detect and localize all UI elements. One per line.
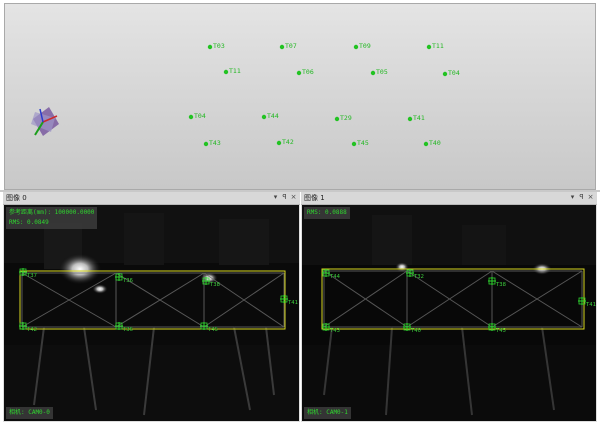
marker-label: T45	[496, 328, 506, 334]
3d-viewport[interactable]: T03 T07 T09 T11 T11 T06 T05 T04 T04 T44 T29 T41 T43 T…	[4, 3, 596, 190]
target-label: T42	[282, 138, 294, 146]
marker-label: T45	[208, 327, 218, 333]
marker-label: T43	[330, 328, 340, 334]
target-dot	[426, 44, 432, 50]
target-point[interactable]: T03	[207, 42, 225, 50]
target-label: T43	[209, 139, 221, 147]
target-label: T04	[194, 112, 206, 120]
target-point[interactable]: T43	[203, 139, 221, 147]
pin-icon[interactable]: ꟼ	[577, 192, 586, 203]
target-point[interactable]: T11	[426, 42, 444, 50]
axis-gizmo-icon[interactable]	[31, 107, 59, 136]
target-point[interactable]: T41	[407, 114, 425, 122]
pane-header: 图像 0 ▾ ꟼ ×	[3, 192, 300, 205]
target-point[interactable]: T29	[334, 114, 352, 122]
marker-label: T32	[414, 274, 424, 280]
marker-label: T41	[288, 300, 298, 306]
marker-label: T42	[27, 327, 37, 333]
target-label: T09	[359, 42, 371, 50]
dropdown-icon[interactable]: ▾	[568, 192, 577, 203]
target-dot	[203, 141, 209, 147]
target-dot	[370, 70, 376, 76]
dropdown-icon[interactable]: ▾	[271, 192, 280, 203]
marker-label: T36	[123, 327, 133, 333]
camera-footer: 相机: CAM0-1	[304, 407, 351, 419]
marker-label: T37	[27, 273, 37, 279]
target-dot	[296, 70, 302, 76]
target-point[interactable]: T45	[351, 139, 369, 147]
camera-footer: 相机: CAM0-0	[6, 407, 53, 419]
target-point[interactable]: T42	[276, 138, 294, 146]
pane-title: 图像 1	[304, 194, 325, 202]
marker-label: T40	[411, 328, 421, 334]
target-dot	[261, 114, 267, 120]
pane-header: 图像 1 ▾ ꟼ ×	[301, 192, 597, 205]
target-point[interactable]: T09	[353, 42, 371, 50]
info-line: 参考距离(mm): 100000.0000	[9, 209, 95, 216]
image-pane-0: 图像 0 ▾ ꟼ × T37 T36 T38 T41 T42 T36 T45 参…	[3, 192, 300, 422]
camera-image[interactable]: T37 T36 T38 T41 T42 T36 T45 参考距离(mm): 100000.0…	[4, 205, 299, 421]
info-box: 参考距离(mm): 100000.0000 RMS: 0.0849	[6, 207, 98, 229]
info-line: RMS: 0.0849	[9, 219, 49, 226]
target-point[interactable]: T40	[423, 139, 441, 147]
close-icon[interactable]: ×	[586, 192, 595, 203]
info-box: RMS: 0.0888	[304, 207, 350, 219]
target-dot	[442, 71, 448, 77]
target-point[interactable]: T07	[279, 42, 297, 50]
camera-image-render: T37 T36 T38 T41 T42 T36 T45	[4, 205, 299, 421]
target-label: T05	[376, 68, 388, 76]
target-label: T45	[357, 139, 369, 147]
target-point[interactable]: T04	[188, 112, 206, 120]
target-label: T44	[267, 112, 279, 120]
target-label: T11	[432, 42, 444, 50]
image-pane-1: 图像 1 ▾ ꟼ × T44 T32 T38 T41 T43 T40 T45 R…	[301, 192, 597, 422]
target-dot	[276, 140, 282, 146]
target-label: T11	[229, 67, 241, 75]
marker-label: T41	[586, 302, 596, 308]
target-dot	[207, 44, 213, 50]
marker-label: T44	[330, 274, 341, 280]
target-dot	[407, 116, 413, 122]
target-dot	[353, 44, 359, 50]
target-dot	[423, 141, 429, 147]
pane-title: 图像 0	[6, 194, 27, 202]
target-label: T29	[340, 114, 352, 122]
target-point[interactable]: T06	[296, 68, 314, 76]
target-point[interactable]: T04	[442, 69, 460, 77]
target-point[interactable]: T11	[223, 67, 241, 75]
target-label: T40	[429, 139, 441, 147]
target-dot	[188, 114, 194, 120]
target-point[interactable]: T44	[261, 112, 279, 120]
target-dot	[351, 141, 357, 147]
pin-icon[interactable]: ꟼ	[280, 192, 289, 203]
camera-image[interactable]: T44 T32 T38 T41 T43 T40 T45 RMS: 0.0888 相机: CA…	[302, 205, 596, 421]
info-line: RMS: 0.0888	[307, 209, 347, 216]
marker-label: T38	[210, 282, 220, 288]
scene-canvas: T03 T07 T09 T11 T11 T06 T05 T04 T04 T44 T29 T41 T43 T…	[31, 42, 460, 147]
target-point[interactable]: T05	[370, 68, 388, 76]
target-label: T41	[413, 114, 425, 122]
target-label: T04	[448, 69, 460, 77]
marker-label: T38	[496, 282, 506, 288]
target-dot	[279, 44, 285, 50]
camera-image-render: T44 T32 T38 T41 T43 T40 T45	[302, 205, 596, 421]
marker-label: T36	[123, 278, 133, 284]
close-icon[interactable]: ×	[289, 192, 298, 203]
target-dot	[223, 69, 229, 75]
targets-layer: T03 T07 T09 T11 T11 T06 T05 T04 T04 T44 T29 T41 T43 T…	[188, 42, 460, 147]
target-dot	[334, 116, 340, 122]
target-label: T06	[302, 68, 314, 76]
target-label: T07	[285, 42, 297, 50]
target-label: T03	[213, 42, 225, 50]
